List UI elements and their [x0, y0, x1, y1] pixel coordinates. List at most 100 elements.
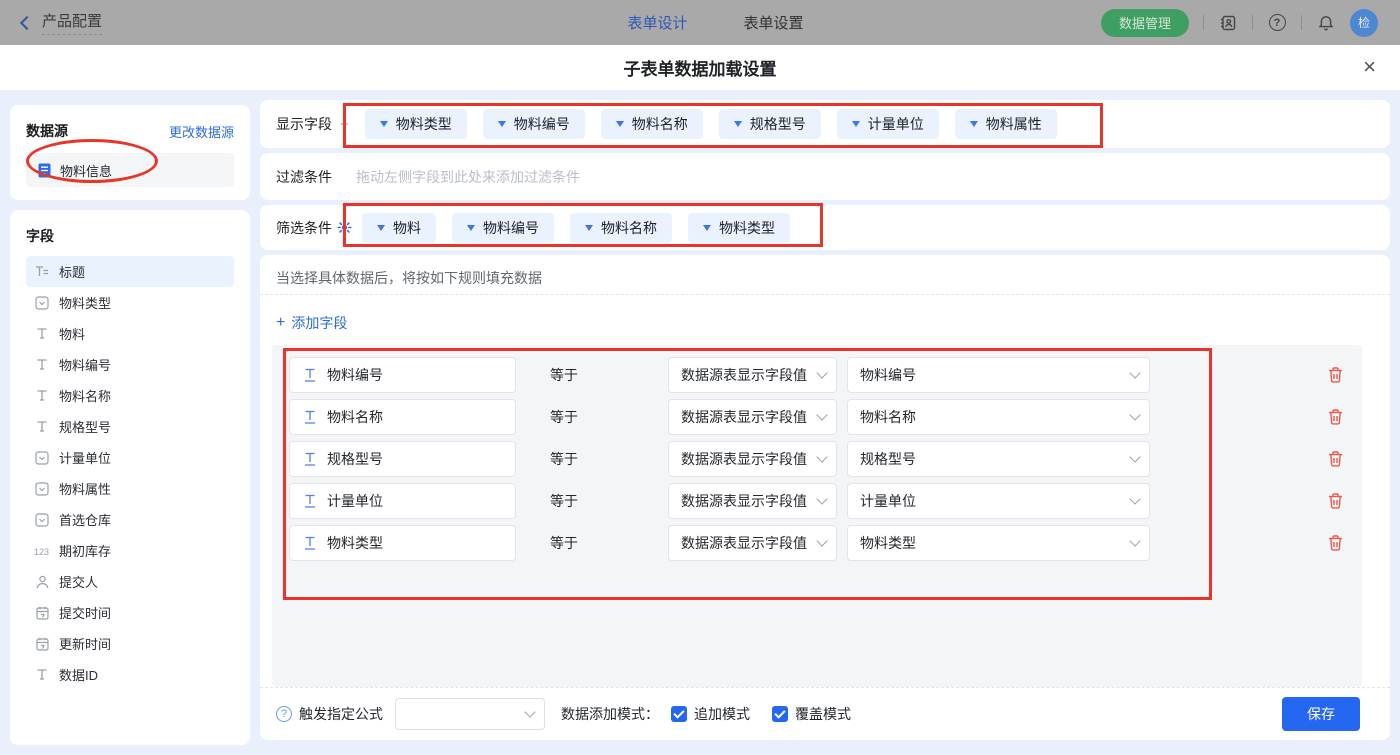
rule-target-select[interactable]: 物料名称 — [847, 399, 1150, 435]
field-list-item[interactable]: 首选仓库 — [26, 504, 234, 535]
field-list-item[interactable]: 标题 — [26, 256, 234, 287]
rule-field-box[interactable]: 物料名称 — [289, 399, 516, 435]
dropdown-triangle-icon — [497, 121, 506, 127]
back-nav[interactable]: 产品配置 — [0, 10, 330, 35]
display-field-tag[interactable]: 物料属性 — [954, 109, 1057, 139]
field-item-label: 物料类型 — [59, 296, 112, 311]
display-field-tag[interactable]: 计量单位 — [836, 109, 939, 139]
delete-rule-icon[interactable] — [1327, 450, 1344, 468]
display-field-tag[interactable]: 物料类型 — [364, 109, 467, 139]
rule-target-value: 计量单位 — [860, 493, 916, 509]
formula-help-icon[interactable]: ? — [276, 706, 292, 722]
field-list-item[interactable]: 物料类型 — [26, 287, 234, 318]
rule-target-select[interactable]: 物料编号 — [847, 357, 1150, 393]
field-item-label: 标题 — [59, 265, 86, 280]
screen-filter-tag[interactable]: 物料 — [362, 212, 436, 243]
dropdown-triangle-icon — [585, 224, 593, 231]
field-item-label: 物料属性 — [59, 482, 112, 497]
field-item-label: 期初库存 — [59, 544, 112, 559]
overwrite-mode-label: 覆盖模式 — [795, 706, 851, 722]
data-mode-label: 数据添加模式： — [561, 706, 659, 722]
form-doc-icon — [36, 162, 52, 178]
bell-icon[interactable] — [1316, 13, 1336, 33]
dropdown-triangle-icon — [733, 121, 742, 127]
chevron-down-icon — [1129, 409, 1141, 421]
dialog-footer: ? 触发指定公式 数据添加模式： 追加模式 覆盖模式 保存 — [260, 687, 1390, 740]
field-list-item[interactable]: 提交人 — [26, 566, 234, 597]
field-list-item[interactable]: 物料属性 — [26, 473, 234, 504]
display-field-tag[interactable]: 规格型号 — [718, 109, 821, 139]
tab-form-settings[interactable]: 表单设置 — [743, 12, 803, 33]
display-field-tag[interactable]: 物料名称 — [600, 109, 703, 139]
dropdown-triangle-icon — [615, 121, 624, 127]
field-list-item[interactable]: 物料 — [26, 318, 234, 349]
add-field-button[interactable]: + 添加字段 — [276, 313, 347, 333]
display-field-tag[interactable]: 物料编号 — [482, 109, 585, 139]
tab-form-design[interactable]: 表单设计 — [627, 12, 687, 33]
delete-rule-icon[interactable] — [1327, 492, 1344, 510]
datasource-card: 数据源 更改数据源 物料信息 — [10, 105, 250, 200]
field-list-item[interactable]: 计量单位 — [26, 442, 234, 473]
field-list-item[interactable]: 更新时间 — [26, 628, 234, 659]
rule-target-select[interactable]: 物料类型 — [847, 525, 1150, 561]
datasource-item[interactable]: 物料信息 — [26, 153, 234, 187]
field-type-icon — [34, 295, 50, 311]
screen-filter-tag[interactable]: 物料名称 — [570, 212, 672, 243]
formula-select[interactable] — [395, 698, 545, 730]
header-tabs: 表单设计 表单设置 — [330, 12, 1101, 33]
rule-target-value: 物料类型 — [860, 535, 916, 551]
rule-source-select[interactable]: 数据源表显示字段值 — [668, 357, 837, 393]
rule-field-box[interactable]: 物料编号 — [289, 357, 516, 393]
delete-rule-icon[interactable] — [1327, 366, 1344, 384]
close-icon[interactable]: × — [1363, 56, 1376, 78]
screen-filter-tag[interactable]: 物料编号 — [452, 212, 554, 243]
dialog-titlebar: 子表单数据加载设置 × — [0, 45, 1400, 91]
overwrite-mode-checkbox[interactable] — [772, 706, 788, 722]
tag-label: 物料编号 — [513, 116, 570, 132]
text-field-icon — [302, 493, 318, 509]
filter-dropzone[interactable]: 拖动左侧字段到此处来添加过滤条件 — [356, 167, 580, 187]
add-display-field-icon[interactable]: + — [340, 116, 349, 133]
contacts-book-icon[interactable] — [1218, 13, 1238, 33]
screen-filter-label: 筛选条件 — [276, 219, 332, 236]
gear-icon[interactable] — [337, 220, 352, 235]
rule-field-box[interactable]: 计量单位 — [289, 483, 516, 519]
change-datasource-link[interactable]: 更改数据源 — [169, 122, 234, 141]
field-list-item[interactable]: 物料名称 — [26, 380, 234, 411]
tag-label: 物料编号 — [483, 219, 539, 236]
save-button[interactable]: 保存 — [1282, 697, 1360, 731]
field-list-item[interactable]: 物料编号 — [26, 349, 234, 380]
field-list-item[interactable]: 规格型号 — [26, 411, 234, 442]
rule-target-select[interactable]: 规格型号 — [847, 441, 1150, 477]
rule-target-value: 规格型号 — [860, 451, 916, 467]
datasource-title: 数据源 — [26, 123, 68, 139]
append-mode-checkbox[interactable] — [671, 706, 687, 722]
help-icon[interactable]: ? — [1267, 13, 1287, 33]
field-list-item[interactable]: 提交时间 — [26, 597, 234, 628]
datasource-item-label: 物料信息 — [60, 163, 113, 179]
rule-field-box[interactable]: 规格型号 — [289, 441, 516, 477]
rule-field-box[interactable]: 物料类型 — [289, 525, 516, 561]
field-item-label: 数据ID — [59, 668, 99, 683]
data-manage-button[interactable]: 数据管理 — [1100, 8, 1189, 37]
text-field-icon — [302, 451, 318, 467]
rule-source-select[interactable]: 数据源表显示字段值 — [668, 525, 837, 561]
display-fields-panel: 显示字段 + 物料类型 物料编号 物料名称 规格型号 计量单位 物料属性 — [260, 100, 1390, 148]
user-avatar[interactable]: 检 — [1350, 8, 1378, 37]
field-list-item[interactable]: 数据ID — [26, 659, 234, 690]
field-item-label: 计量单位 — [59, 451, 112, 466]
field-type-icon — [34, 481, 50, 497]
rule-source-select[interactable]: 数据源表显示字段值 — [668, 483, 837, 519]
rule-target-select[interactable]: 计量单位 — [847, 483, 1150, 519]
tag-label: 物料属性 — [985, 116, 1042, 132]
rule-source-select[interactable]: 数据源表显示字段值 — [668, 441, 837, 477]
tag-label: 计量单位 — [867, 116, 924, 132]
field-list-item[interactable]: 123 期初库存 — [26, 535, 234, 566]
delete-rule-icon[interactable] — [1327, 408, 1344, 426]
delete-rule-icon[interactable] — [1327, 534, 1344, 552]
field-item-label: 物料名称 — [59, 389, 112, 404]
rule-source-select[interactable]: 数据源表显示字段值 — [668, 399, 837, 435]
rule-source-value: 数据源表显示字段值 — [681, 409, 807, 425]
equals-label: 等于 — [550, 535, 578, 551]
screen-filter-tag[interactable]: 物料类型 — [688, 212, 790, 243]
